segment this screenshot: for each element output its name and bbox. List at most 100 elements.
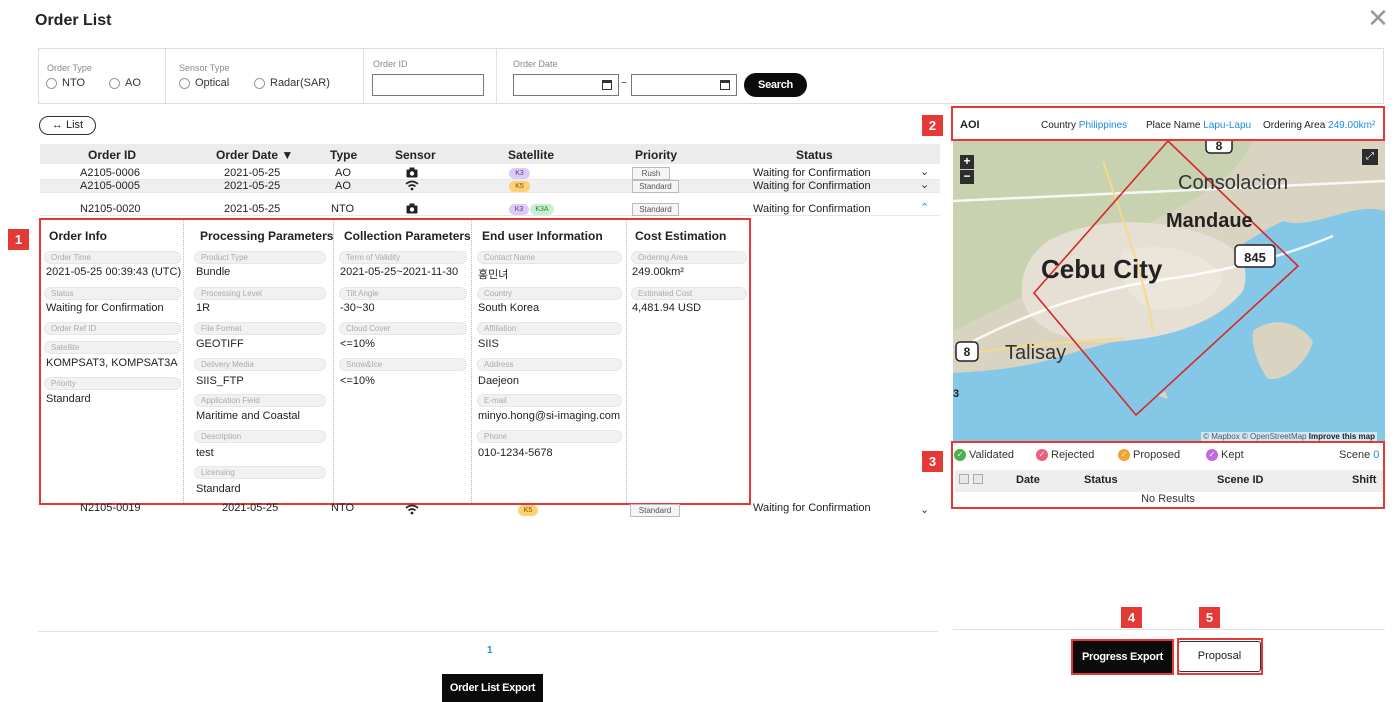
expand-chevron-icon[interactable]: ⌄	[920, 165, 929, 178]
calendar-icon[interactable]	[720, 80, 730, 90]
close-icon[interactable]: ✕	[1366, 5, 1390, 31]
status-text: Waiting for Confirmation	[753, 502, 871, 514]
image-icon[interactable]	[959, 474, 969, 484]
field-label: Affiliation	[477, 322, 622, 335]
col-priority: Priority	[635, 148, 678, 162]
field-value: SIIS	[478, 338, 499, 350]
pagination-page[interactable]: 1	[487, 645, 493, 656]
radio-radar[interactable]: Radar(SAR)	[254, 77, 330, 89]
status-text: Waiting for Confirmation	[753, 203, 871, 215]
col-order-id[interactable]: Order ID	[88, 148, 136, 162]
col-status: Status	[796, 148, 833, 162]
no-results-text: No Results	[1141, 493, 1195, 505]
field-value: <=10%	[340, 375, 375, 387]
field-value: test	[196, 447, 214, 459]
calendar-icon[interactable]	[602, 80, 612, 90]
cost-section: Cost Estimation Ordering Area 249.00km² …	[627, 220, 751, 503]
map-label: Cebu City	[1041, 254, 1163, 284]
order-date-label: Order Date	[513, 59, 558, 69]
order-type: AO	[335, 167, 351, 179]
place-label: Place Name	[1146, 120, 1201, 131]
radio-optical[interactable]: Optical	[179, 77, 229, 89]
field-value: <=10%	[340, 338, 375, 350]
image-icon[interactable]	[973, 474, 983, 484]
order-id-input[interactable]	[372, 74, 484, 96]
field-value: 249.00km²	[632, 266, 684, 278]
list-toggle-button[interactable]: ↔ List	[39, 116, 96, 135]
svg-text:8: 8	[964, 345, 971, 359]
country-label: Country	[1041, 120, 1077, 131]
legend-proposed[interactable]: ✓ Proposed	[1118, 449, 1180, 461]
section-title: End user Information	[482, 229, 603, 243]
order-id: A2105-0006	[80, 167, 140, 179]
order-type: AO	[335, 180, 351, 192]
order-list-export-button[interactable]: Order List Export	[442, 674, 543, 702]
section-title: Cost Estimation	[635, 229, 727, 243]
priority-tag: Standard	[632, 180, 679, 193]
country-value: Philippines	[1078, 120, 1128, 131]
field-label: E-mail	[477, 394, 622, 407]
table-row[interactable]: N2105-0020 2021-05-25 NTO K3 K3A Standar…	[40, 201, 940, 216]
order-type-label: Order Type	[47, 63, 92, 73]
collapse-chevron-icon[interactable]: ⌃	[920, 201, 929, 214]
order-date-to-input[interactable]	[631, 74, 737, 96]
improve-map-link[interactable]: Improve this map	[1309, 432, 1375, 441]
section-title: Collection Parameters	[344, 229, 471, 243]
attribution-text[interactable]: © Mapbox © OpenStreetMap	[1203, 432, 1306, 441]
order-type-group: Order Type NTO AO	[39, 49, 166, 103]
svg-text:3: 3	[953, 388, 959, 400]
radio-nto[interactable]: NTO	[46, 77, 85, 89]
radio-nto-label: NTO	[62, 77, 86, 89]
order-type: NTO	[331, 502, 355, 514]
field-label: Contact Name	[477, 251, 622, 264]
order-date-from-input[interactable]	[513, 74, 619, 96]
map-label: Talisay	[1005, 342, 1066, 364]
field-label: Ordering Area	[631, 251, 747, 264]
check-icon: ✓	[1206, 449, 1218, 461]
col-order-date[interactable]: Order Date ▼	[216, 148, 293, 162]
field-label: Address	[477, 358, 622, 371]
field-value: Standard	[46, 393, 91, 405]
scene-panel: ✓ Validated ✓ Rejected ✓ Proposed ✓ Kept Sce…	[951, 441, 1385, 509]
table-row[interactable]: A2105-0005 2021-05-25 AO K5 Standard Wai…	[40, 178, 940, 193]
col-status: Status	[1084, 474, 1118, 486]
date-separator: ~	[621, 78, 627, 89]
sensor-type-label: Sensor Type	[179, 63, 230, 73]
area-value: 249.00km²	[1328, 120, 1376, 131]
zoom-out-button[interactable]: −	[960, 170, 974, 184]
page-title: Order List	[35, 12, 112, 29]
map-attribution[interactable]: © Mapbox © OpenStreetMap Improve this ma…	[1201, 432, 1377, 441]
order-id-label: Order ID	[373, 59, 408, 69]
aoi-country: Country Philippines	[1041, 120, 1127, 131]
table-row[interactable]: N2105-0019 2021-05-25 NTO K5 Standard Wa…	[40, 502, 940, 518]
legend-rejected[interactable]: ✓ Rejected	[1036, 449, 1094, 461]
area-label: Ordering Area	[1263, 120, 1326, 131]
fullscreen-icon[interactable]: ⤢	[1362, 149, 1378, 165]
legend-label: Kept	[1221, 449, 1244, 461]
field-value: SIIS_FTP	[196, 375, 244, 387]
field-value: KOMPSAT3, KOMPSAT3A	[46, 357, 178, 369]
expand-chevron-icon[interactable]: ⌄	[920, 503, 929, 516]
zoom-in-button[interactable]: +	[960, 155, 974, 169]
field-label: Description	[194, 430, 326, 443]
table-row[interactable]: A2105-0006 2021-05-25 AO K3 Rush Waiting…	[40, 165, 940, 180]
radio-ao[interactable]: AO	[109, 77, 141, 89]
expand-chevron-icon[interactable]: ⌄	[920, 178, 929, 191]
order-id: N2105-0020	[80, 203, 141, 215]
field-value: Daejeon	[478, 375, 519, 387]
search-button[interactable]: Search	[744, 73, 807, 97]
radio-radar-label: Radar(SAR)	[270, 77, 330, 89]
scene-label: Scene	[1339, 449, 1371, 461]
field-label: Satellite	[44, 341, 181, 354]
callout-badge: 4	[1121, 607, 1142, 628]
legend-kept[interactable]: ✓ Kept	[1206, 449, 1244, 461]
priority-tag: Rush	[632, 167, 670, 180]
callout-outline	[1177, 638, 1263, 675]
legend-validated[interactable]: ✓ Validated	[954, 449, 1014, 461]
check-icon: ✓	[1036, 449, 1048, 461]
field-value: Standard	[196, 483, 241, 495]
col-shift: Shift	[1352, 474, 1377, 486]
priority-tag: Standard	[632, 203, 679, 216]
filter-bar: Order Type NTO AO Sensor Type Optical Ra…	[38, 48, 1384, 104]
aoi-map[interactable]: Consolacion Mandaue Cebu City Talisay 84…	[953, 141, 1385, 441]
